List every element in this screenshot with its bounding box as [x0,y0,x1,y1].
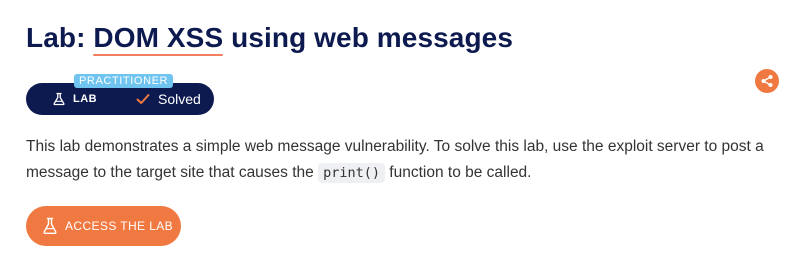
difficulty-badge: PRACTITIONER [74,74,174,88]
title-prefix: Lab: [26,22,94,53]
check-icon [136,94,150,104]
lab-badge-label: LAB [73,93,98,105]
lab-status-widget: LAB Solved PRACTITIONER [26,74,216,116]
page-title: Lab: DOM XSS using web messages [26,22,514,56]
status-label: Solved [158,91,201,107]
flask-icon [43,217,57,234]
access-lab-label: ACCESS THE LAB [65,219,174,233]
flask-icon [53,92,65,106]
title-suffix: using web messages [223,22,514,53]
lab-description: This lab demonstrates a simple web messa… [26,134,771,186]
title-highlight: DOM XSS [93,22,224,56]
share-icon [761,75,773,87]
share-button[interactable] [755,69,779,93]
lab-page: Lab: DOM XSS using web messages LAB Solv… [0,0,800,259]
code-snippet: print() [318,163,385,183]
access-lab-button[interactable]: ACCESS THE LAB [26,206,181,246]
description-text-2: function to be called. [385,164,532,181]
